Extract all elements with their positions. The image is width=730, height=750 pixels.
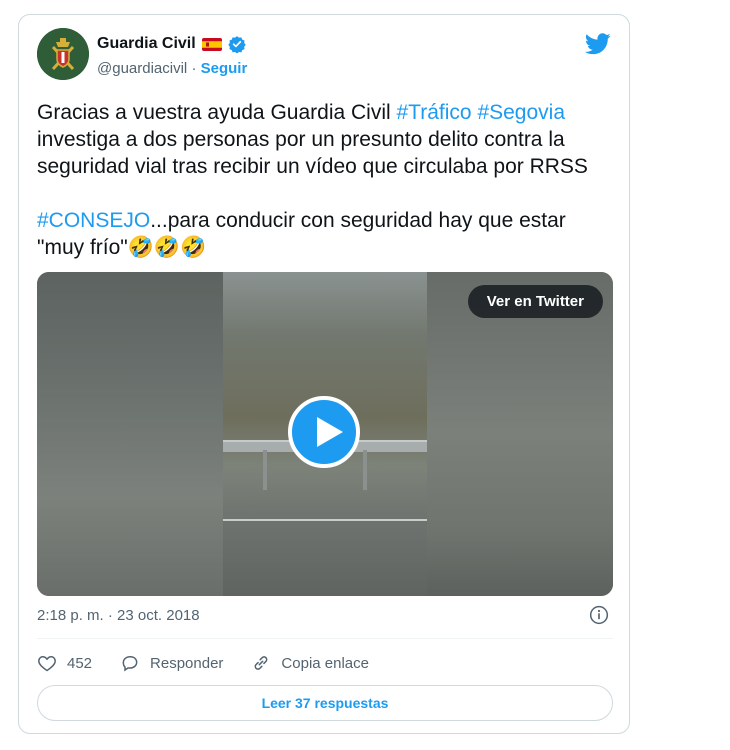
info-icon[interactable] <box>589 605 609 625</box>
timestamp[interactable]: 2:18 p. m. · 23 oct. 2018 <box>37 607 200 624</box>
video-player[interactable]: Ver en Twitter <box>37 272 613 596</box>
hashtag-trafico[interactable]: #Tráfico <box>397 101 472 124</box>
road-line <box>223 519 427 521</box>
action-bar: 452 Responder Copia enlace <box>37 653 397 673</box>
play-icon[interactable] <box>288 396 360 468</box>
video-blur-left <box>37 272 223 596</box>
view-on-twitter-button[interactable]: Ver en Twitter <box>467 285 603 318</box>
laughing-emojis: 🤣🤣🤣 <box>127 236 207 259</box>
avatar[interactable] <box>37 28 89 80</box>
video-blur-right <box>427 272 613 596</box>
like-button[interactable]: 452 <box>37 653 92 673</box>
guardrail-post <box>363 450 367 490</box>
read-replies-button[interactable]: Leer 37 respuestas <box>37 685 613 721</box>
reply-label: Responder <box>150 654 224 672</box>
author-name-row[interactable]: Guardia Civil <box>97 35 246 54</box>
hashtag-consejo[interactable]: #CONSEJO <box>37 209 150 232</box>
copy-link-label: Copia enlace <box>281 654 369 672</box>
guardia-civil-logo <box>37 28 89 80</box>
tweet-text-line1: Gracias a vuestra ayuda Guardia Civil <box>37 101 397 124</box>
follow-button[interactable]: Seguir <box>201 60 248 77</box>
spain-flag-icon <box>201 37 222 51</box>
divider <box>37 638 613 639</box>
copy-link-button[interactable]: Copia enlace <box>251 653 369 673</box>
reply-icon <box>122 655 138 672</box>
tweet-text: Gracias a vuestra ayuda Guardia Civil #T… <box>37 99 617 261</box>
author-handle-row: @guardiacivil · Seguir <box>97 60 247 77</box>
author-handle[interactable]: @guardiacivil <box>97 60 187 77</box>
hashtag-segovia[interactable]: #Segovia <box>477 101 565 124</box>
author-name[interactable]: Guardia Civil <box>97 35 196 53</box>
like-count: 452 <box>67 654 93 672</box>
guardrail-post <box>263 450 267 490</box>
heart-icon <box>38 655 56 672</box>
separator: · <box>191 60 197 77</box>
tweet-card: Guardia Civil @guardiacivil · Seguir Gra… <box>18 14 630 734</box>
reply-button[interactable]: Responder <box>120 653 223 673</box>
link-icon <box>255 656 268 670</box>
verified-badge-icon <box>228 35 246 54</box>
tweet-text-line2: investiga a dos personas por un presunto… <box>37 128 588 178</box>
twitter-bird-icon[interactable] <box>585 33 611 55</box>
